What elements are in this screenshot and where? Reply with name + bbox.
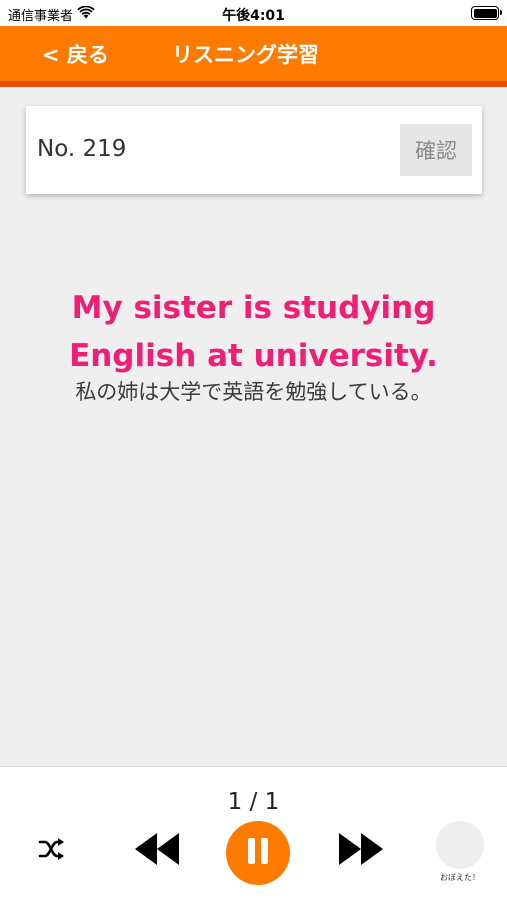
status-bar: 通信事業者 午後4:01 <box>0 0 507 26</box>
page-title: リスニング学習 <box>172 43 319 67</box>
player-controls: 1 / 1 おぼえた！ <box>0 766 507 900</box>
page-counter: 1 / 1 <box>227 789 280 815</box>
english-sentence-line-2: English at university. <box>69 338 438 374</box>
nav-bar: < 戻る リスニング学習 <box>0 26 507 81</box>
status-time: 午後4:01 <box>222 8 285 24</box>
japanese-translation: 私の姉は大学で英語を勉強している。 <box>75 380 432 404</box>
memorized-circle <box>436 821 484 869</box>
question-number: No. 219 <box>37 136 127 162</box>
battery-icon <box>471 6 502 20</box>
fast-forward-button[interactable] <box>334 829 388 873</box>
shuffle-icon <box>38 837 66 865</box>
memorized-button[interactable]: おぼえた！ <box>434 819 486 885</box>
nav-divider <box>0 81 507 87</box>
question-card: No. 219 確認 <box>26 106 482 194</box>
back-button[interactable]: < 戻る <box>42 39 109 69</box>
memorized-label: おぼえた！ <box>440 873 480 882</box>
pause-icon <box>245 836 271 870</box>
rewind-button[interactable] <box>130 829 184 873</box>
shuffle-button[interactable] <box>32 833 72 869</box>
english-sentence: My sister is studying English at univers… <box>0 284 507 380</box>
confirm-button[interactable]: 確認 <box>400 124 472 176</box>
english-sentence-line-1: My sister is studying <box>71 290 436 326</box>
battery-level <box>473 8 497 18</box>
rewind-icon <box>133 832 181 870</box>
fast-forward-icon <box>337 832 385 870</box>
pause-button[interactable] <box>226 821 290 885</box>
